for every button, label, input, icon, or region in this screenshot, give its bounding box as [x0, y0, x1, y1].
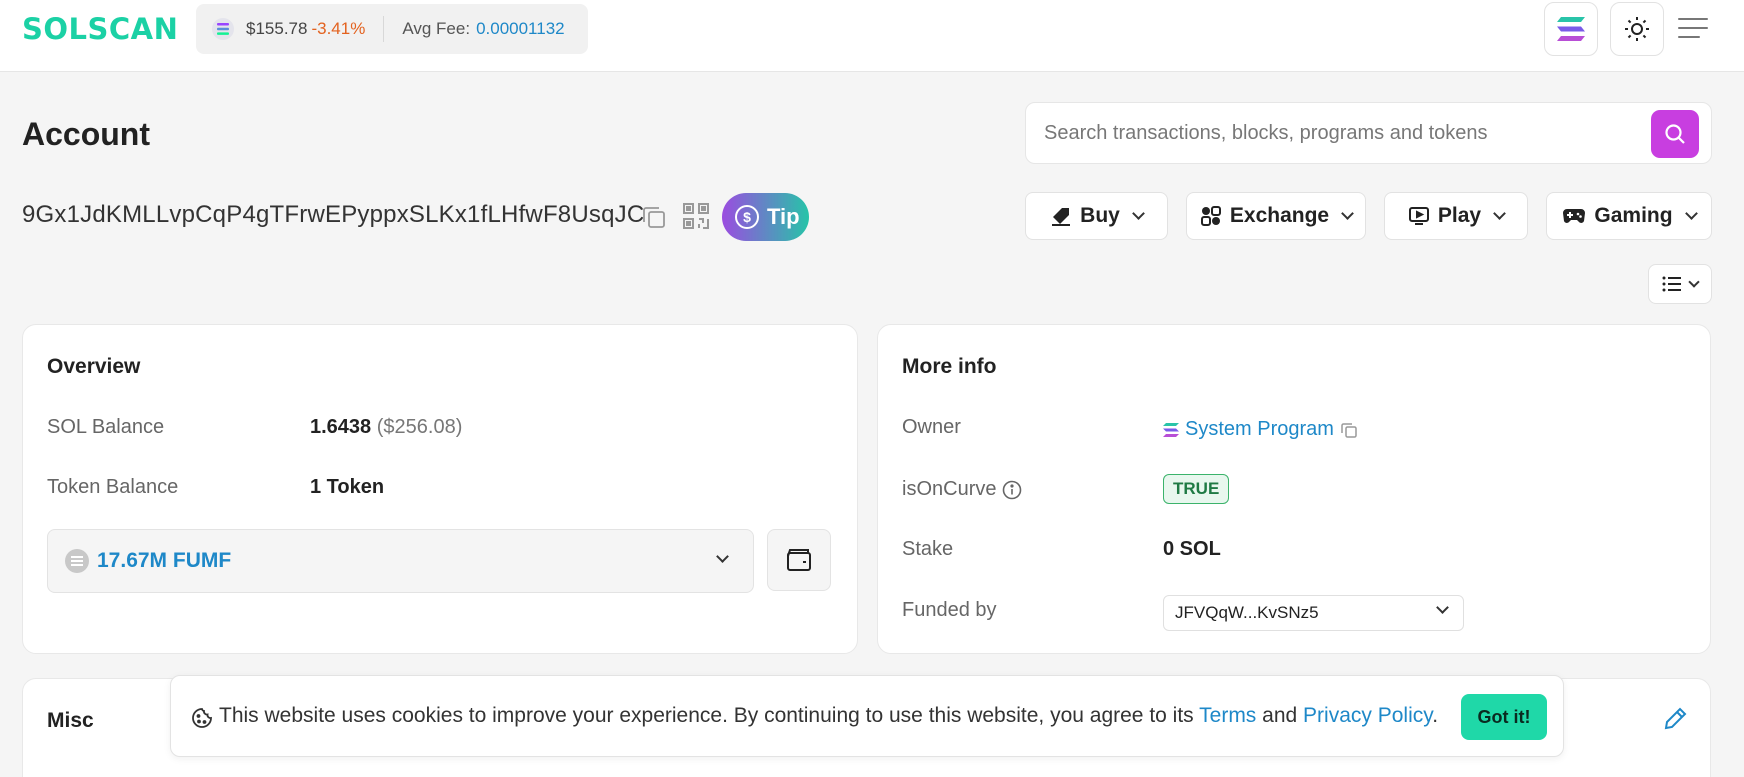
exchange-dropdown[interactable]: Exchange	[1186, 192, 1366, 240]
token-icon	[65, 549, 89, 573]
avg-fee-value: 0.00001132	[476, 19, 565, 38]
edit-pencil-icon[interactable]	[1662, 706, 1688, 737]
sol-price-change: -3.41%	[311, 19, 366, 38]
search-button[interactable]	[1651, 110, 1699, 158]
wallet-icon	[787, 549, 811, 571]
funded-by-dropdown[interactable]: JFVQqW...KvSNz5	[1163, 595, 1464, 631]
sol-balance-label: SOL Balance	[47, 416, 165, 438]
token-select-dropdown[interactable]: 17.67M FUMF	[47, 529, 754, 593]
chevron-down-icon	[1341, 207, 1354, 220]
accept-cookies-button[interactable]: Got it!	[1461, 694, 1547, 740]
exchange-icon	[1200, 206, 1221, 226]
sol-balance-usd: ($256.08)	[376, 416, 463, 438]
is-on-curve-row: isOnCurve	[902, 478, 1022, 501]
is-on-curve-badge: TRUE	[1163, 474, 1230, 504]
privacy-policy-link[interactable]: Privacy Policy	[1303, 704, 1432, 727]
overview-title: Overview	[47, 355, 141, 378]
chevron-down-icon	[1131, 207, 1145, 220]
exchange-label: Exchange	[1229, 204, 1330, 227]
cookie-period: .	[1432, 704, 1439, 727]
hamburger-menu-icon[interactable]	[1678, 18, 1710, 40]
page-title: Account	[22, 116, 150, 152]
chevron-down-icon	[1688, 275, 1700, 288]
sol-balance-value: 1.6438	[310, 416, 372, 438]
chevron-down-icon	[716, 550, 729, 563]
terms-link[interactable]: Terms	[1199, 704, 1256, 727]
misc-title: Misc	[47, 709, 94, 732]
chevron-down-icon	[1436, 601, 1449, 614]
tip-label: Tip	[767, 204, 800, 229]
qr-code-icon[interactable]	[682, 202, 710, 235]
sun-icon	[1625, 17, 1649, 41]
sol-balance-row: 1.6438 ($256.08)	[310, 416, 462, 439]
is-on-curve-label: isOnCurve	[902, 478, 997, 500]
list-icon	[1662, 276, 1681, 292]
gaming-label: Gaming	[1594, 204, 1673, 227]
cookie-banner: This website uses cookies to improve you…	[170, 675, 1564, 757]
network-switch-button[interactable]	[1544, 2, 1598, 56]
chevron-down-icon	[1493, 207, 1506, 220]
funded-by-value: JFVQqW...KvSNz5	[1175, 603, 1319, 622]
play-label: Play	[1437, 204, 1482, 227]
token-selected-value: 17.67M FUMF	[97, 549, 232, 572]
solana-logo-icon	[1557, 17, 1585, 41]
search-bar	[1025, 102, 1712, 164]
account-address: 9Gx1JdKMLLvpCqP4gTFrwEPyppxSLKx1fLHfwF8U…	[22, 201, 645, 228]
more-info-card: More info Owner System Program isOnCurve…	[877, 324, 1711, 654]
divider	[383, 16, 385, 42]
gamepad-icon	[1563, 209, 1586, 223]
solana-icon	[1163, 422, 1179, 437]
play-screen-icon	[1408, 207, 1429, 225]
solana-icon	[212, 18, 234, 40]
cookie-text: This website uses cookies to improve you…	[219, 704, 1194, 727]
funded-by-label: Funded by	[902, 599, 997, 621]
play-dropdown[interactable]: Play	[1384, 192, 1528, 240]
theme-toggle-button[interactable]	[1610, 2, 1664, 56]
copy-icon[interactable]	[1340, 421, 1358, 439]
token-balance-value: 1 Token	[310, 476, 385, 498]
token-balance-label: Token Balance	[47, 476, 179, 498]
overview-card: Overview SOL Balance 1.6438 ($256.08) To…	[22, 324, 858, 654]
sol-price: $155.78	[246, 19, 308, 38]
dollar-coin-icon: $	[735, 205, 759, 229]
owner-link[interactable]: System Program	[1185, 418, 1334, 441]
buy-dropdown[interactable]: Buy	[1025, 192, 1168, 240]
search-input[interactable]	[1044, 117, 1624, 149]
cookie-message: This website uses cookies to improve you…	[219, 704, 1438, 728]
buy-label: Buy	[1080, 204, 1120, 227]
owner-row: System Program	[1163, 418, 1358, 441]
top-bar: SOLSCAN $155.78 -3.41% Avg Fee: 0.000011…	[0, 0, 1744, 72]
chevron-down-icon	[1684, 207, 1698, 220]
solscan-logo[interactable]: SOLSCAN	[22, 12, 178, 46]
stake-value: 0 SOL	[1163, 538, 1221, 560]
cookie-and: and	[1262, 704, 1298, 727]
avg-fee-label: Avg Fee:	[402, 19, 471, 38]
portfolio-button[interactable]	[767, 529, 831, 591]
sol-price-ticker: $155.78 -3.41% Avg Fee: 0.00001132	[196, 4, 588, 54]
stake-label: Stake	[902, 538, 954, 560]
tag-icon	[1052, 208, 1071, 226]
owner-label: Owner	[902, 416, 961, 438]
cookie-icon	[191, 707, 213, 734]
search-icon	[1665, 124, 1685, 144]
copy-icon[interactable]	[641, 204, 667, 235]
gaming-dropdown[interactable]: Gaming	[1546, 192, 1712, 240]
view-options-dropdown[interactable]	[1648, 264, 1712, 304]
more-info-title: More info	[902, 355, 997, 378]
info-icon[interactable]	[1002, 480, 1022, 500]
tip-button[interactable]: $ Tip	[722, 193, 809, 241]
